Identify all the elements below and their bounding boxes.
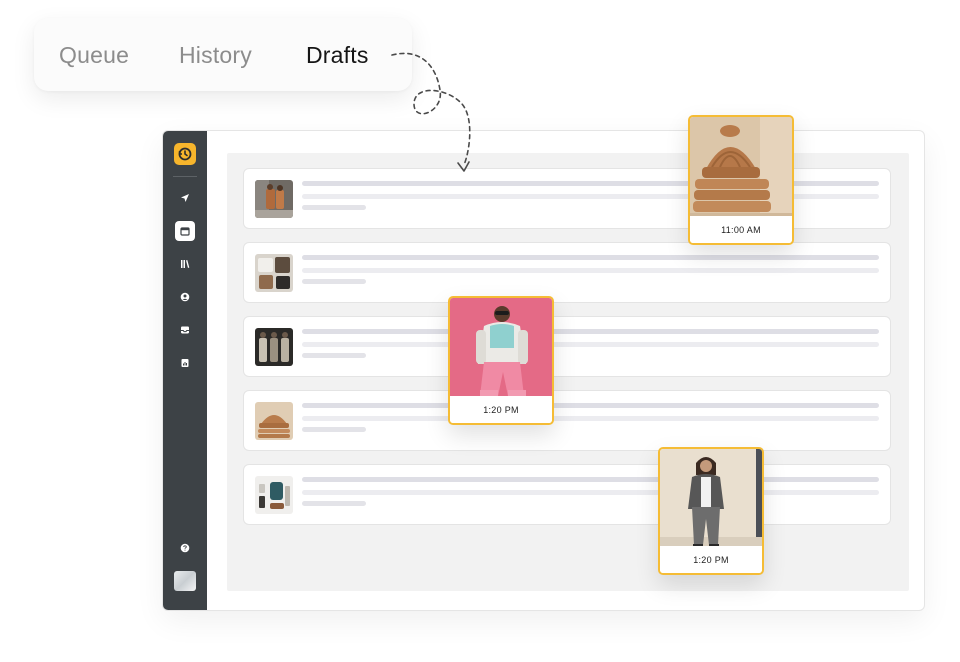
placeholder-line — [302, 477, 879, 482]
knit-beanies-photo — [690, 117, 792, 223]
placeholder-line — [302, 329, 879, 334]
grey-outfit-photo — [660, 449, 762, 554]
scheduled-time: 11:00 AM — [690, 216, 792, 243]
user-icon[interactable] — [175, 287, 195, 307]
placeholder-line — [302, 403, 879, 408]
analytics-icon[interactable] — [175, 353, 195, 373]
sidebar — [163, 131, 207, 610]
logo-icon[interactable] — [174, 143, 196, 165]
fashion-outfit-thumbnail — [255, 180, 293, 218]
avatar[interactable] — [174, 571, 196, 591]
scheduled-time: 1:20 PM — [660, 546, 762, 573]
tab-history[interactable]: History — [179, 42, 252, 69]
list-item[interactable] — [243, 390, 891, 451]
accessories-thumbnail — [255, 476, 293, 514]
list-item[interactable] — [243, 464, 891, 525]
tab-queue[interactable]: Queue — [59, 42, 129, 69]
drafts-list — [227, 153, 909, 591]
placeholder-line — [302, 279, 366, 284]
list-item[interactable] — [243, 242, 891, 303]
group-models-thumbnail — [255, 328, 293, 366]
inbox-icon[interactable] — [175, 320, 195, 340]
scheduled-time: 1:20 PM — [450, 396, 552, 423]
tab-bar: Queue History Drafts — [34, 18, 412, 91]
tab-drafts[interactable]: Drafts — [306, 42, 369, 69]
placeholder-line — [302, 490, 879, 495]
placeholder-line — [302, 427, 366, 432]
help-icon[interactable] — [175, 538, 195, 558]
placeholder-line — [302, 501, 366, 506]
pink-model-photo — [450, 298, 552, 403]
sidebar-divider — [173, 176, 197, 177]
scheduled-post-card[interactable]: 1:20 PM — [658, 447, 764, 575]
placeholder-line — [302, 205, 366, 210]
calendar-icon[interactable] — [175, 221, 195, 241]
library-icon[interactable] — [175, 254, 195, 274]
clothing-flatlay-thumbnail — [255, 254, 293, 292]
list-item[interactable] — [243, 316, 891, 377]
scheduled-post-card[interactable]: 1:20 PM — [448, 296, 554, 425]
placeholder-line — [302, 342, 879, 347]
placeholder-line — [302, 416, 879, 421]
scheduled-post-card[interactable]: 11:00 AM — [688, 115, 794, 245]
knit-beanie-thumbnail — [255, 402, 293, 440]
send-icon[interactable] — [175, 188, 195, 208]
placeholder-line — [302, 268, 879, 273]
placeholder-line — [302, 353, 366, 358]
placeholder-line — [302, 255, 879, 260]
